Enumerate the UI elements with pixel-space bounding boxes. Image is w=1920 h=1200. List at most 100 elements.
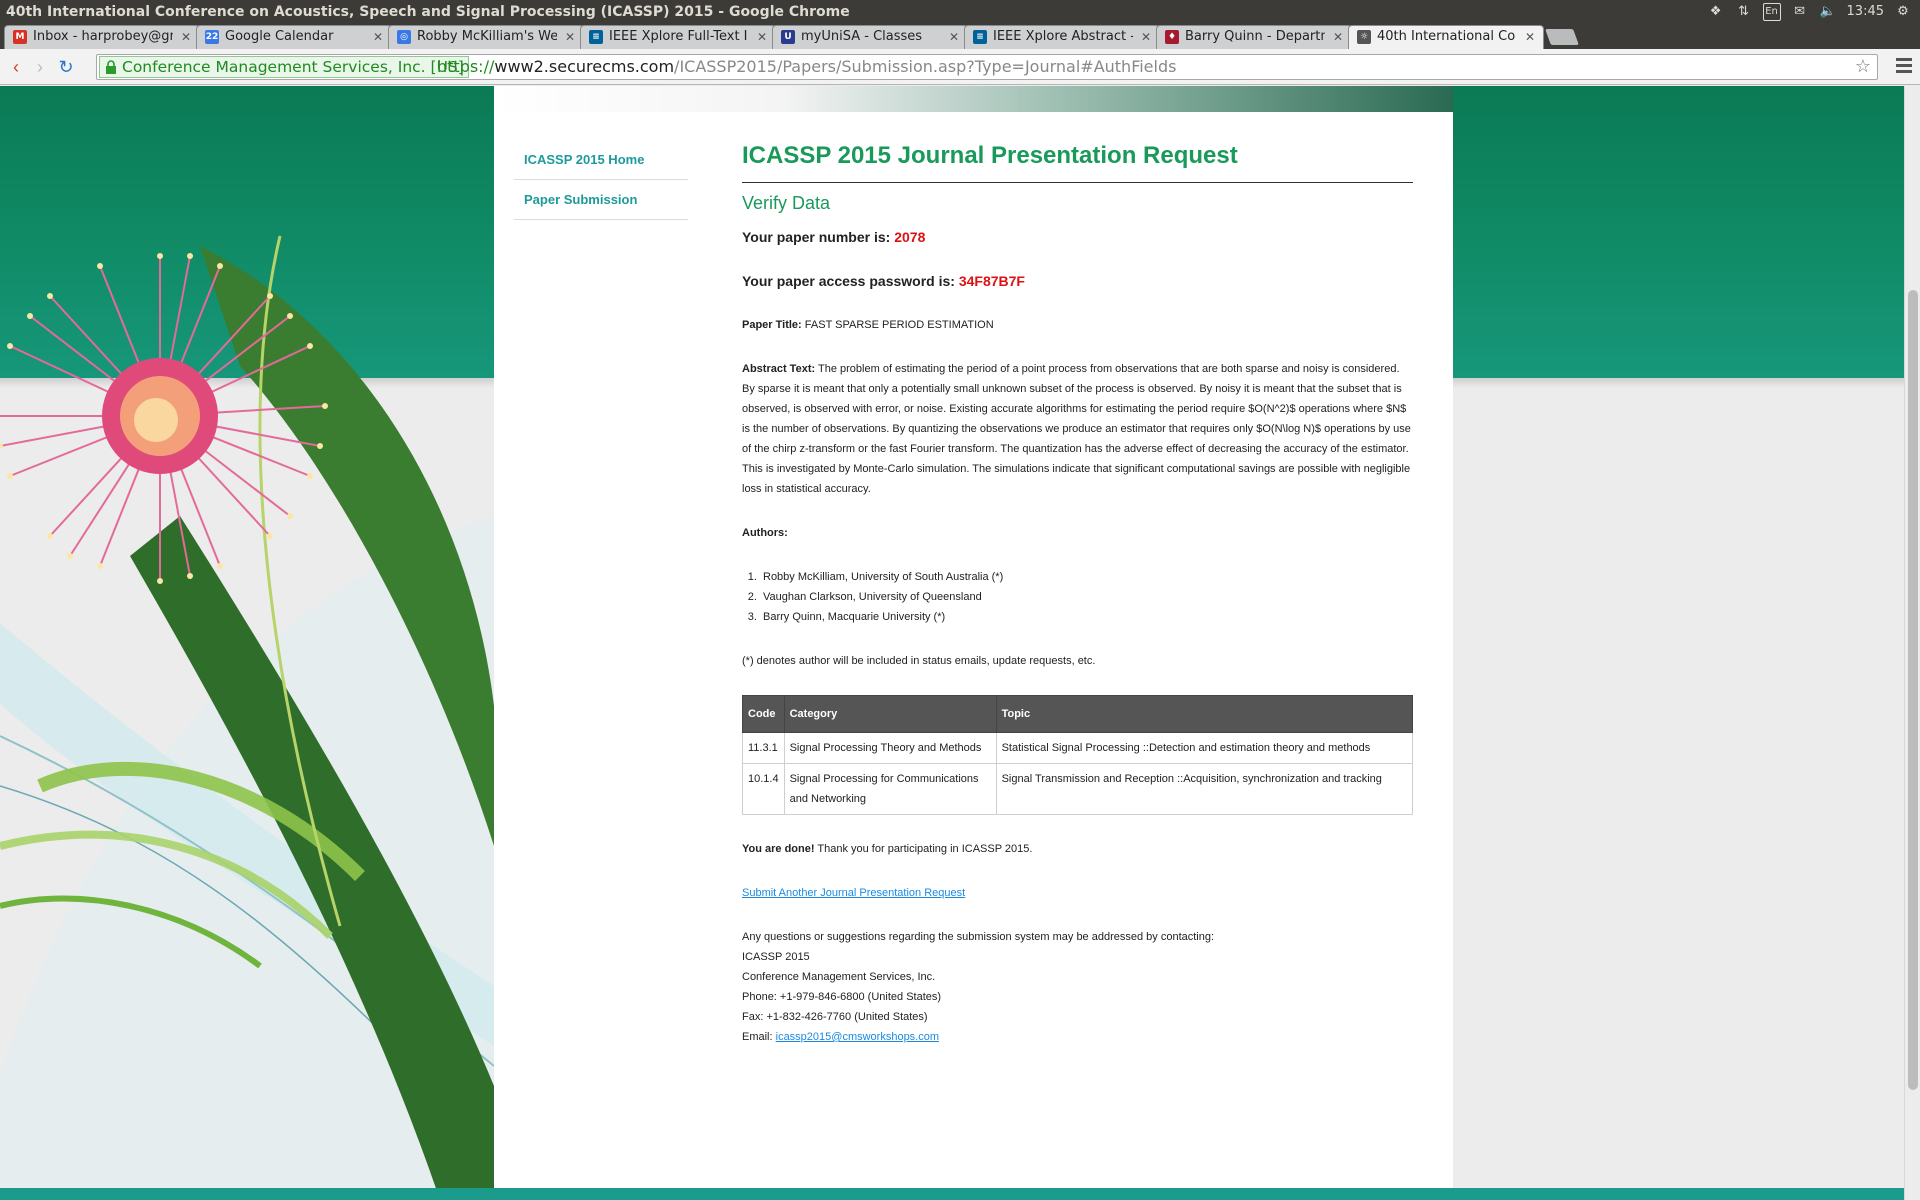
contact-company: Conference Management Services, Inc. xyxy=(742,971,936,983)
contact-phone: Phone: +1-979-846-6800 (United States) xyxy=(742,991,942,1003)
section-title: Verify Data xyxy=(742,193,831,213)
volume-icon[interactable]: 🔈 xyxy=(1819,3,1837,21)
url-path: /ICASSP2015/Papers/Submission.asp?Type=J… xyxy=(674,57,1177,76)
tab-close-icon[interactable]: ✕ xyxy=(373,26,383,48)
column-header-category: Category xyxy=(783,695,997,733)
browser-tab[interactable]: ♦ Barry Quinn - Departm ✕ xyxy=(1156,25,1352,49)
system-tray: ❖ ⇅ En ✉ 🔈 13:45 ⚙ xyxy=(1707,0,1912,24)
eucalyptus-flower-illustration xyxy=(0,235,494,1200)
sidebar-nav: ICASSP 2015 Home Paper Submission xyxy=(514,140,688,220)
bookmark-star-icon[interactable]: ☆ xyxy=(1855,55,1871,79)
contact-email-line: Email: icassp2015@cmsworkshops.com xyxy=(742,1027,1413,1047)
network-icon[interactable]: ⇅ xyxy=(1735,3,1753,21)
column-header-code: Code xyxy=(742,695,785,733)
content-panel: ICASSP 2015 Home Paper Submission ICASSP… xyxy=(494,112,1453,1200)
code-cell: 11.3.1 xyxy=(742,732,785,764)
page-title: ICASSP 2015 Journal Presentation Request xyxy=(742,140,1413,183)
new-tab-button[interactable] xyxy=(1545,29,1579,45)
tab-close-icon[interactable]: ✕ xyxy=(565,26,575,48)
tab-label: IEEE Xplore Abstract - xyxy=(993,29,1133,44)
footer-bar xyxy=(0,1188,1904,1200)
vertical-scrollbar[interactable] xyxy=(1904,86,1920,1200)
author-item: Barry Quinn, Macquarie University (*) xyxy=(760,607,1413,627)
chrome-menu-icon[interactable] xyxy=(1896,58,1912,74)
mq-icon: ♦ xyxy=(1165,30,1179,44)
ev-certificate-badge[interactable]: Conference Management Services, Inc. [US… xyxy=(99,56,469,78)
author-item: Vaughan Clarkson, University of Queensla… xyxy=(760,587,1413,607)
tab-close-icon[interactable]: ✕ xyxy=(1525,26,1535,48)
url-text[interactable]: https://www2.securecms.com/ICASSP2015/Pa… xyxy=(437,55,1176,79)
clock[interactable]: 13:45 xyxy=(1847,0,1884,24)
scrollbar-thumb[interactable] xyxy=(1908,290,1918,1090)
paper-title-label: Paper Title: xyxy=(742,319,802,331)
tab-close-icon[interactable]: ✕ xyxy=(1333,26,1343,48)
tab-label: Google Calendar xyxy=(225,29,334,44)
browser-tab[interactable]: ≡ IEEE Xplore Abstract - ✕ xyxy=(964,25,1160,49)
tab-label: myUniSA - Classes xyxy=(801,29,923,44)
sidebar-item-paper-submission[interactable]: Paper Submission xyxy=(514,180,688,220)
table-row: 10.1.4 Signal Processing for Communicati… xyxy=(742,763,1414,815)
contact-email-label: Email: xyxy=(742,1031,776,1043)
done-bold: You are done! xyxy=(742,843,815,855)
settings-gear-icon[interactable]: ⚙ xyxy=(1894,3,1912,21)
conference-icon: ☼ xyxy=(1357,30,1371,44)
category-cell: Signal Processing for Communications and… xyxy=(783,763,997,815)
address-bar[interactable]: Conference Management Services, Inc. [US… xyxy=(96,54,1878,80)
browser-tab[interactable]: M Inbox - harprobey@gm ✕ xyxy=(4,25,200,49)
submit-another-request-link[interactable]: Submit Another Journal Presentation Requ… xyxy=(742,887,965,899)
column-header-topic: Topic xyxy=(995,695,1414,733)
contact-email-link[interactable]: icassp2015@cmsworkshops.com xyxy=(776,1031,939,1043)
table-header-row: Code Category Topic xyxy=(742,695,1414,733)
back-arrow-icon[interactable]: ‹ xyxy=(6,57,26,77)
browser-tab[interactable]: UmyUniSA - Classes ✕ xyxy=(772,25,968,49)
tab-label: 40th International Co xyxy=(1377,29,1516,44)
tab-label: Inbox - harprobey@gm xyxy=(33,29,173,44)
contact-org: ICASSP 2015 xyxy=(742,951,810,963)
url-scheme: https:// xyxy=(437,57,495,76)
tab-label: Barry Quinn - Departm xyxy=(1185,29,1325,44)
abstract-label: Abstract Text: xyxy=(742,363,816,375)
browser-tab[interactable]: ≡ IEEE Xplore Full-Text I ✕ xyxy=(580,25,776,49)
dropbox-icon[interactable]: ❖ xyxy=(1707,3,1725,21)
browser-tab[interactable]: ◎ Robby McKilliam's We ✕ xyxy=(388,25,584,49)
tab-close-icon[interactable]: ✕ xyxy=(181,26,191,48)
another-request-line: Submit Another Journal Presentation Requ… xyxy=(742,883,1413,903)
window-title: 40th International Conference on Acousti… xyxy=(6,4,850,20)
tab-close-icon[interactable]: ✕ xyxy=(949,26,959,48)
gmail-icon: M xyxy=(13,30,27,44)
browser-toolbar: ‹ › ↻ Conference Management Services, In… xyxy=(0,49,1920,85)
abstract-text: The problem of estimating the period of … xyxy=(742,363,1411,495)
contact-fax: Fax: +1-832-426-7760 (United States) xyxy=(742,1011,928,1023)
category-cell: Signal Processing Theory and Methods xyxy=(783,732,997,764)
mail-icon[interactable]: ✉ xyxy=(1791,3,1809,21)
done-message: You are done! Thank you for participatin… xyxy=(742,839,1413,859)
sidebar-item-home[interactable]: ICASSP 2015 Home xyxy=(514,140,688,180)
ieee-icon: ≡ xyxy=(589,30,603,44)
tab-close-icon[interactable]: ✕ xyxy=(1141,26,1151,48)
contact-block: Any questions or suggestions regarding t… xyxy=(742,927,1413,1047)
forward-arrow-icon[interactable]: › xyxy=(30,57,50,77)
paper-title: FAST SPARSE PERIOD ESTIMATION xyxy=(804,319,994,331)
contact-intro: Any questions or suggestions regarding t… xyxy=(742,931,1215,943)
topics-table: Code Category Topic 11.3.1 Signal Proces… xyxy=(742,695,1414,815)
ieee-icon: ≡ xyxy=(973,30,987,44)
lock-icon xyxy=(106,60,116,74)
paper-number-line: Your paper number is: 2078 xyxy=(742,227,1413,247)
keyboard-layout-indicator[interactable]: En xyxy=(1762,3,1781,21)
authors-list: Robby McKilliam, University of South Aus… xyxy=(760,567,1413,627)
denotes-note: (*) denotes author will be included in s… xyxy=(742,655,1096,667)
table-row: 11.3.1 Signal Processing Theory and Meth… xyxy=(742,732,1414,764)
topic-cell: Signal Transmission and Reception ::Acqu… xyxy=(995,763,1414,815)
reload-icon[interactable]: ↻ xyxy=(56,57,76,77)
url-host: www2.securecms.com xyxy=(494,57,675,76)
window-title-bar: 40th International Conference on Acousti… xyxy=(0,0,1920,24)
tab-label: Robby McKilliam's We xyxy=(417,29,557,44)
browser-tab[interactable]: 22 Google Calendar ✕ xyxy=(196,25,392,49)
unisa-icon: U xyxy=(781,30,795,44)
tab-close-icon[interactable]: ✕ xyxy=(757,26,767,48)
abstract-block: Abstract Text: The problem of estimating… xyxy=(742,359,1413,499)
access-password: 34F87B7F xyxy=(958,273,1025,289)
code-cell: 10.1.4 xyxy=(742,763,785,815)
browser-tab[interactable]: ☼ 40th International Co ✕ xyxy=(1348,25,1544,49)
calendar-icon: 22 xyxy=(205,30,219,44)
